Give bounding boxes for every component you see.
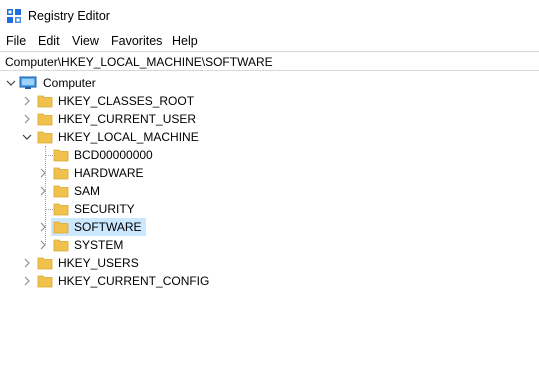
folder-icon xyxy=(37,113,53,126)
menu-help[interactable]: Help xyxy=(172,34,198,48)
tree-node-software[interactable]: SOFTWARE xyxy=(38,218,146,236)
tree-node-computer[interactable]: Computer xyxy=(6,74,98,92)
window-title: Registry Editor xyxy=(28,9,110,23)
tree-node-bcd[interactable]: BCD00000000 xyxy=(38,146,155,164)
tree-node-hkey-current-user[interactable]: HKEY_CURRENT_USER xyxy=(22,110,198,128)
chevron-right-icon[interactable] xyxy=(38,186,48,196)
tree-node-hkey-current-config[interactable]: HKEY_CURRENT_CONFIG xyxy=(22,272,211,290)
tree-node-label: HKEY_CURRENT_CONFIG xyxy=(58,274,210,288)
chevron-right-icon[interactable] xyxy=(22,96,32,106)
tree-node-label: SAM xyxy=(74,184,101,198)
folder-icon xyxy=(53,239,69,252)
title-bar: Registry Editor xyxy=(0,0,539,32)
chevron-right-icon[interactable] xyxy=(38,240,48,250)
tree-node-hardware[interactable]: HARDWARE xyxy=(38,164,146,182)
folder-icon xyxy=(37,275,53,288)
chevron-right-icon[interactable] xyxy=(22,258,32,268)
folder-icon xyxy=(53,185,69,198)
folder-icon xyxy=(37,95,53,108)
folder-icon xyxy=(53,221,69,234)
selection-highlight[interactable]: SOFTWARE xyxy=(51,218,146,236)
tree-node-label: Computer xyxy=(43,76,96,90)
folder-icon xyxy=(53,203,69,216)
chevron-down-icon[interactable] xyxy=(6,78,16,88)
menu-bar: File Edit View Favorites Help xyxy=(0,32,539,50)
computer-icon xyxy=(19,76,37,89)
chevron-down-icon[interactable] xyxy=(22,132,32,142)
tree-node-label: SYSTEM xyxy=(74,238,124,252)
menu-file[interactable]: File xyxy=(6,34,26,48)
tree-node-hkey-users[interactable]: HKEY_USERS xyxy=(22,254,141,272)
registry-tree: Computer HKEY_CLASSES_ROOT HKEY_CURRENT_… xyxy=(0,72,539,392)
tree-node-label: HKEY_CURRENT_USER xyxy=(58,112,197,126)
tree-node-label: SOFTWARE xyxy=(74,220,142,234)
tree-node-hkey-classes-root[interactable]: HKEY_CLASSES_ROOT xyxy=(22,92,196,110)
tree-node-label: HKEY_LOCAL_MACHINE xyxy=(58,130,199,144)
tree-node-label: HKEY_USERS xyxy=(58,256,139,270)
tree-node-sam[interactable]: SAM xyxy=(38,182,102,200)
tree-node-hkey-local-machine[interactable]: HKEY_LOCAL_MACHINE xyxy=(22,128,201,146)
registry-editor-icon xyxy=(7,9,21,23)
tree-node-label: HARDWARE xyxy=(74,166,144,180)
tree-node-label: HKEY_CLASSES_ROOT xyxy=(58,94,195,108)
chevron-right-icon[interactable] xyxy=(22,114,32,124)
chevron-right-icon[interactable] xyxy=(22,276,32,286)
chevron-right-icon[interactable] xyxy=(38,222,48,232)
tree-node-label: BCD00000000 xyxy=(74,148,153,162)
tree-node-label: SECURITY xyxy=(74,202,135,216)
folder-icon xyxy=(53,167,69,180)
chevron-right-icon[interactable] xyxy=(38,168,48,178)
menu-favorites[interactable]: Favorites xyxy=(111,34,162,48)
menu-view[interactable]: View xyxy=(72,34,99,48)
folder-icon xyxy=(53,149,69,162)
menu-edit[interactable]: Edit xyxy=(38,34,60,48)
tree-node-security[interactable]: SECURITY xyxy=(38,200,137,218)
folder-icon xyxy=(37,257,53,270)
folder-open-icon xyxy=(37,131,53,144)
tree-node-system[interactable]: SYSTEM xyxy=(38,236,125,254)
address-path[interactable]: Computer\HKEY_LOCAL_MACHINE\SOFTWARE xyxy=(5,55,273,69)
address-bar[interactable]: Computer\HKEY_LOCAL_MACHINE\SOFTWARE xyxy=(0,51,539,71)
